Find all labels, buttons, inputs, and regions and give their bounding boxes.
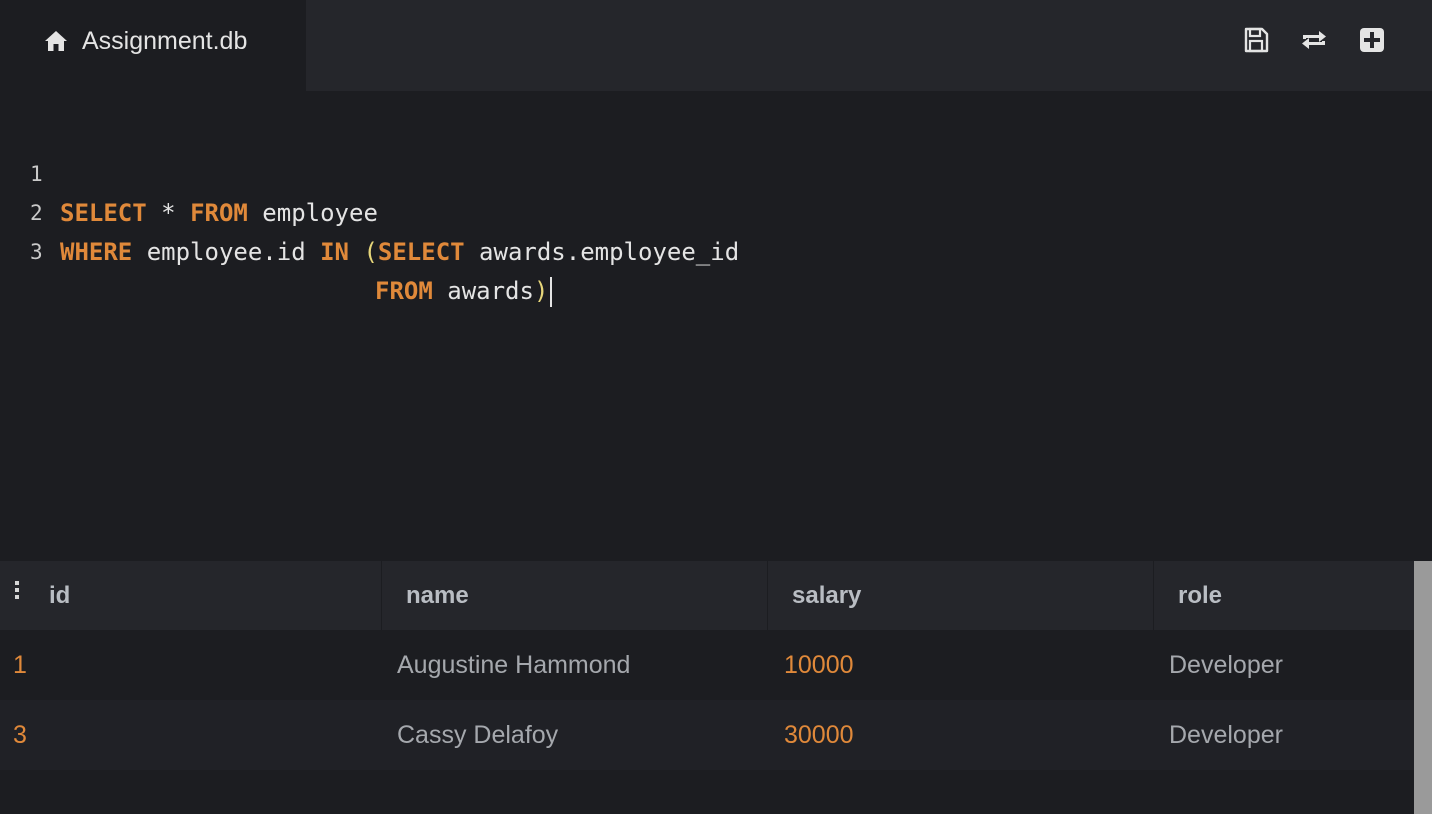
cell-id: 3 bbox=[13, 721, 27, 749]
refresh-button[interactable] bbox=[1300, 26, 1328, 54]
code-line-1: SELECT * FROM employee bbox=[60, 194, 378, 233]
column-header-salary[interactable]: salary bbox=[792, 561, 861, 630]
scrollbar-thumb[interactable] bbox=[1414, 561, 1432, 814]
tab-assignment-db[interactable]: Assignment.db bbox=[0, 0, 306, 91]
cell-salary: 30000 bbox=[784, 721, 854, 749]
add-button[interactable] bbox=[1358, 26, 1386, 54]
cell-salary: 10000 bbox=[784, 651, 854, 679]
column-divider[interactable] bbox=[767, 561, 768, 630]
keyword-in: IN bbox=[320, 238, 349, 266]
cell-role: Developer bbox=[1169, 721, 1283, 749]
keyword-where: WHERE bbox=[60, 238, 133, 266]
cell-id: 1 bbox=[13, 651, 27, 679]
code-token: employee bbox=[247, 199, 378, 227]
column-header-role[interactable]: role bbox=[1178, 561, 1222, 630]
editor-line: 3 FROM awards) bbox=[0, 194, 553, 307]
save-button[interactable] bbox=[1242, 26, 1270, 54]
editor-line: 2 WHERE employee.id IN (SELECT awards.em… bbox=[0, 155, 739, 266]
cell-name: Augustine Hammond bbox=[397, 651, 631, 679]
code-line-2: WHERE employee.id IN (SELECT awards.empl… bbox=[60, 233, 739, 272]
table-row[interactable]: 3 Cassy Delafoy 30000 Developer bbox=[0, 700, 1414, 770]
table-header: id name salary role bbox=[0, 561, 1414, 630]
save-icon bbox=[1244, 27, 1269, 53]
panel-divider[interactable] bbox=[0, 531, 1432, 561]
code-token: employee.id bbox=[132, 238, 321, 266]
line-number: 3 bbox=[30, 240, 43, 264]
results-table: id name salary role 1 Augustine Hammond … bbox=[0, 561, 1414, 814]
editor-line: 1 SELECT * FROM employee bbox=[0, 116, 378, 227]
refresh-icon bbox=[1302, 31, 1326, 49]
code-token: * bbox=[146, 199, 191, 227]
column-divider[interactable] bbox=[1153, 561, 1154, 630]
keyword-select: SELECT bbox=[60, 199, 147, 227]
column-divider[interactable] bbox=[381, 561, 382, 630]
top-bar: Assignment.db bbox=[0, 0, 1432, 91]
column-header-name[interactable]: name bbox=[406, 561, 469, 630]
column-menu-icon[interactable] bbox=[15, 581, 23, 601]
home-icon bbox=[45, 31, 67, 51]
code-token: awards bbox=[432, 277, 534, 305]
open-paren: ( bbox=[363, 238, 378, 266]
tab-title: Assignment.db bbox=[82, 27, 248, 55]
keyword-select: SELECT bbox=[377, 238, 465, 266]
text-cursor bbox=[550, 277, 553, 307]
sql-editor[interactable]: 1 SELECT * FROM employee 2 WHERE employe… bbox=[0, 91, 1432, 531]
code-token: awards.employee_id bbox=[464, 238, 740, 266]
keyword-from: FROM bbox=[375, 277, 433, 305]
close-paren: ) bbox=[533, 277, 549, 305]
code-line-3: FROM awards) bbox=[375, 272, 553, 311]
cell-role: Developer bbox=[1169, 651, 1283, 679]
cell-name: Cassy Delafoy bbox=[397, 721, 559, 749]
add-icon bbox=[1360, 28, 1384, 52]
table-row[interactable]: 1 Augustine Hammond 10000 Developer bbox=[0, 630, 1414, 700]
column-header-id[interactable]: id bbox=[49, 561, 70, 630]
keyword-from: FROM bbox=[190, 199, 248, 227]
